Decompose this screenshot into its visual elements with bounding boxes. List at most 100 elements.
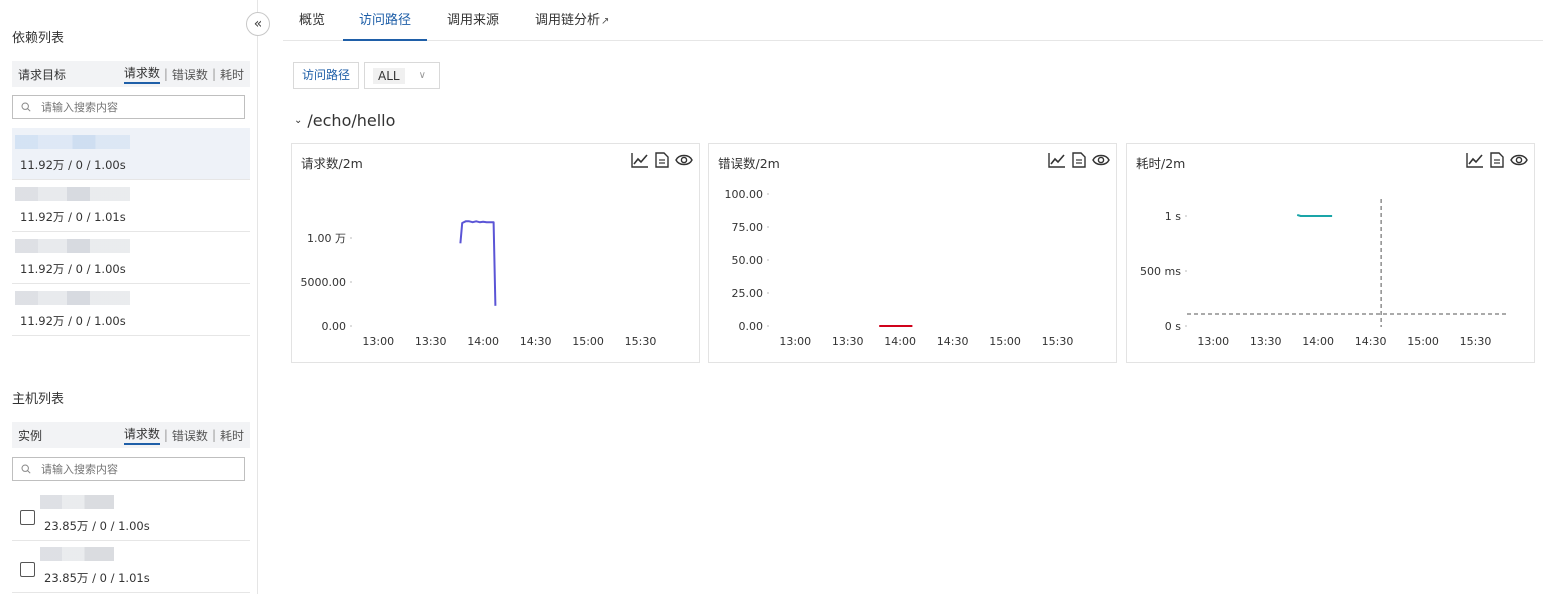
x-tick-label: 15:30 xyxy=(1460,335,1492,348)
x-tick-label: 15:00 xyxy=(572,335,604,348)
x-tick-label: 13:00 xyxy=(779,335,811,348)
tab-overview[interactable]: 概览 xyxy=(283,0,341,41)
dependency-item[interactable]: 11.92万 / 0 / 1.00s xyxy=(12,284,250,336)
path-group-label: /echo/hello xyxy=(307,111,396,130)
tab-trace-analysis[interactable]: 调用链分析↗ xyxy=(519,0,625,41)
dependency-metric: 11.92万 / 0 / 1.00s xyxy=(20,314,126,328)
eye-icon[interactable] xyxy=(1510,152,1528,168)
redacted-host-name xyxy=(40,547,114,561)
dependency-metric: 11.92万 / 0 / 1.00s xyxy=(20,262,126,276)
dependency-search-box[interactable] xyxy=(12,95,245,119)
chart-title: 错误数/2m xyxy=(718,156,780,171)
redacted-target-name xyxy=(15,187,130,201)
sort-tab-errors[interactable]: 错误数 xyxy=(172,427,208,444)
x-tick-label: 14:30 xyxy=(1355,335,1387,348)
y-tick-label: 1 s xyxy=(1165,210,1181,223)
chart-actions xyxy=(631,152,693,168)
sort-tab-latency[interactable]: 耗时 xyxy=(220,66,244,83)
y-tick-label: 50.00 xyxy=(732,254,764,267)
host-metric: 23.85万 / 0 / 1.01s xyxy=(44,571,150,585)
tab-label: 概览 xyxy=(299,13,326,28)
line-chart-icon[interactable] xyxy=(631,152,649,168)
dependency-search-input[interactable] xyxy=(41,100,231,114)
tab-call-sources[interactable]: 调用来源 xyxy=(431,0,515,41)
y-tick-label: 0 s xyxy=(1165,320,1181,333)
sidebar: « 依赖列表 请求目标 请求数 | 错误数 | 耗时 11.92万 / 0 / … xyxy=(0,0,270,594)
y-tick-label: 5000.00 xyxy=(301,276,347,289)
line-chart-icon[interactable] xyxy=(1048,152,1066,168)
chart-title: 耗时/2m xyxy=(1136,156,1186,171)
dependency-metric: 11.92万 / 0 / 1.00s xyxy=(20,158,126,172)
redacted-target-name xyxy=(15,135,130,149)
chart-actions xyxy=(1466,152,1528,168)
document-icon[interactable] xyxy=(1490,152,1504,168)
sort-tab-requests[interactable]: 请求数 xyxy=(123,425,160,445)
x-tick-label: 15:30 xyxy=(625,335,657,348)
y-tick-label: 500 ms xyxy=(1140,265,1181,278)
sort-tab-errors[interactable]: 错误数 xyxy=(172,66,208,83)
host-list-header: 实例 请求数 | 错误数 | 耗时 xyxy=(12,422,250,448)
host-search-input[interactable] xyxy=(41,462,231,476)
chart-actions xyxy=(1048,152,1110,168)
latency-chart: 0 s 500 ms 1 s 13:00 13:30 14:00 14:30 15:00 15:… xyxy=(1140,199,1507,348)
tab-label: 调用来源 xyxy=(447,13,500,28)
tab-label: 调用链分析 xyxy=(535,13,601,28)
divider: | xyxy=(211,67,216,81)
y-tick-label: 0.00 xyxy=(322,320,347,333)
x-tick-label: 14:00 xyxy=(1302,335,1334,348)
errors-chart-card: 0.00 25.00 50.00 75.00 100.00 13:00 13:30 14:00… xyxy=(708,143,1117,363)
divider: | xyxy=(163,67,168,81)
requests-chart: 0.00 5000.00 1.00 万 13:00 13:30 14:00 14:30 15:… xyxy=(301,220,657,348)
host-sort-tabs: 请求数 | 错误数 | 耗时 xyxy=(123,425,244,445)
x-tick-label: 15:30 xyxy=(1042,335,1074,348)
path-group-title[interactable]: ⌄ /echo/hello xyxy=(294,111,395,130)
dependency-sort-tabs: 请求数 | 错误数 | 耗时 xyxy=(123,64,244,84)
latency-chart-card: 0 s 500 ms 1 s 13:00 13:30 14:00 14:30 15:00 15:… xyxy=(1126,143,1535,363)
dependency-metric: 11.92万 / 0 / 1.01s xyxy=(20,210,126,224)
divider: | xyxy=(211,428,216,442)
x-tick-label: 13:30 xyxy=(832,335,864,348)
sort-tab-requests[interactable]: 请求数 xyxy=(123,64,160,84)
y-tick-label: 0.00 xyxy=(739,320,764,333)
dependency-list-header: 请求目标 请求数 | 错误数 | 耗时 xyxy=(12,61,250,87)
eye-icon[interactable] xyxy=(675,152,693,168)
filter-label: 访问路径 xyxy=(293,62,360,89)
x-tick-label: 15:00 xyxy=(1407,335,1439,348)
chevron-down-icon: ∨ xyxy=(418,70,426,81)
x-tick-label: 13:00 xyxy=(1197,335,1229,348)
document-icon[interactable] xyxy=(655,152,669,168)
eye-icon[interactable] xyxy=(1092,152,1110,168)
host-checkbox[interactable] xyxy=(20,562,35,577)
host-header-label: 实例 xyxy=(18,428,43,443)
tab-access-paths[interactable]: 访问路径 xyxy=(343,0,428,41)
x-tick-label: 13:00 xyxy=(362,335,394,348)
document-icon[interactable] xyxy=(1072,152,1086,168)
redacted-host-name xyxy=(40,495,114,509)
external-link-icon: ↗ xyxy=(601,16,610,27)
sort-tab-latency[interactable]: 耗时 xyxy=(220,427,244,444)
series-line[interactable] xyxy=(459,220,497,306)
host-checkbox[interactable] xyxy=(20,510,35,525)
host-search-box[interactable] xyxy=(12,457,245,481)
line-chart-icon[interactable] xyxy=(1466,152,1484,168)
dependency-item[interactable]: 11.92万 / 0 / 1.01s xyxy=(12,180,250,232)
search-icon xyxy=(21,464,31,474)
filter-row: 访问路径 ALL ∨ xyxy=(293,62,441,89)
tab-label: 访问路径 xyxy=(359,13,412,28)
x-tick-label: 13:30 xyxy=(415,335,447,348)
host-metric: 23.85万 / 0 / 1.00s xyxy=(44,519,150,533)
requests-chart-card: 0.00 5000.00 1.00 万 13:00 13:30 14:00 14:30 15:… xyxy=(291,143,700,363)
path-select[interactable]: ALL ∨ xyxy=(364,62,441,89)
x-tick-label: 13:30 xyxy=(1250,335,1282,348)
series-line[interactable] xyxy=(1296,213,1333,217)
x-tick-label: 14:00 xyxy=(467,335,499,348)
redacted-target-name xyxy=(15,239,130,253)
host-item[interactable]: 23.85万 / 0 / 1.01s xyxy=(12,541,250,593)
double-chevron-left-icon[interactable]: « xyxy=(246,12,270,36)
dependency-item[interactable]: 11.92万 / 0 / 1.00s xyxy=(12,128,250,180)
x-tick-label: 14:30 xyxy=(520,335,552,348)
errors-chart: 0.00 25.00 50.00 75.00 100.00 13:00 13:30 14:00… xyxy=(725,188,1074,348)
y-tick-label: 100.00 xyxy=(725,188,764,201)
dependency-item[interactable]: 11.92万 / 0 / 1.00s xyxy=(12,232,250,284)
host-item[interactable]: 23.85万 / 0 / 1.00s xyxy=(12,489,250,541)
